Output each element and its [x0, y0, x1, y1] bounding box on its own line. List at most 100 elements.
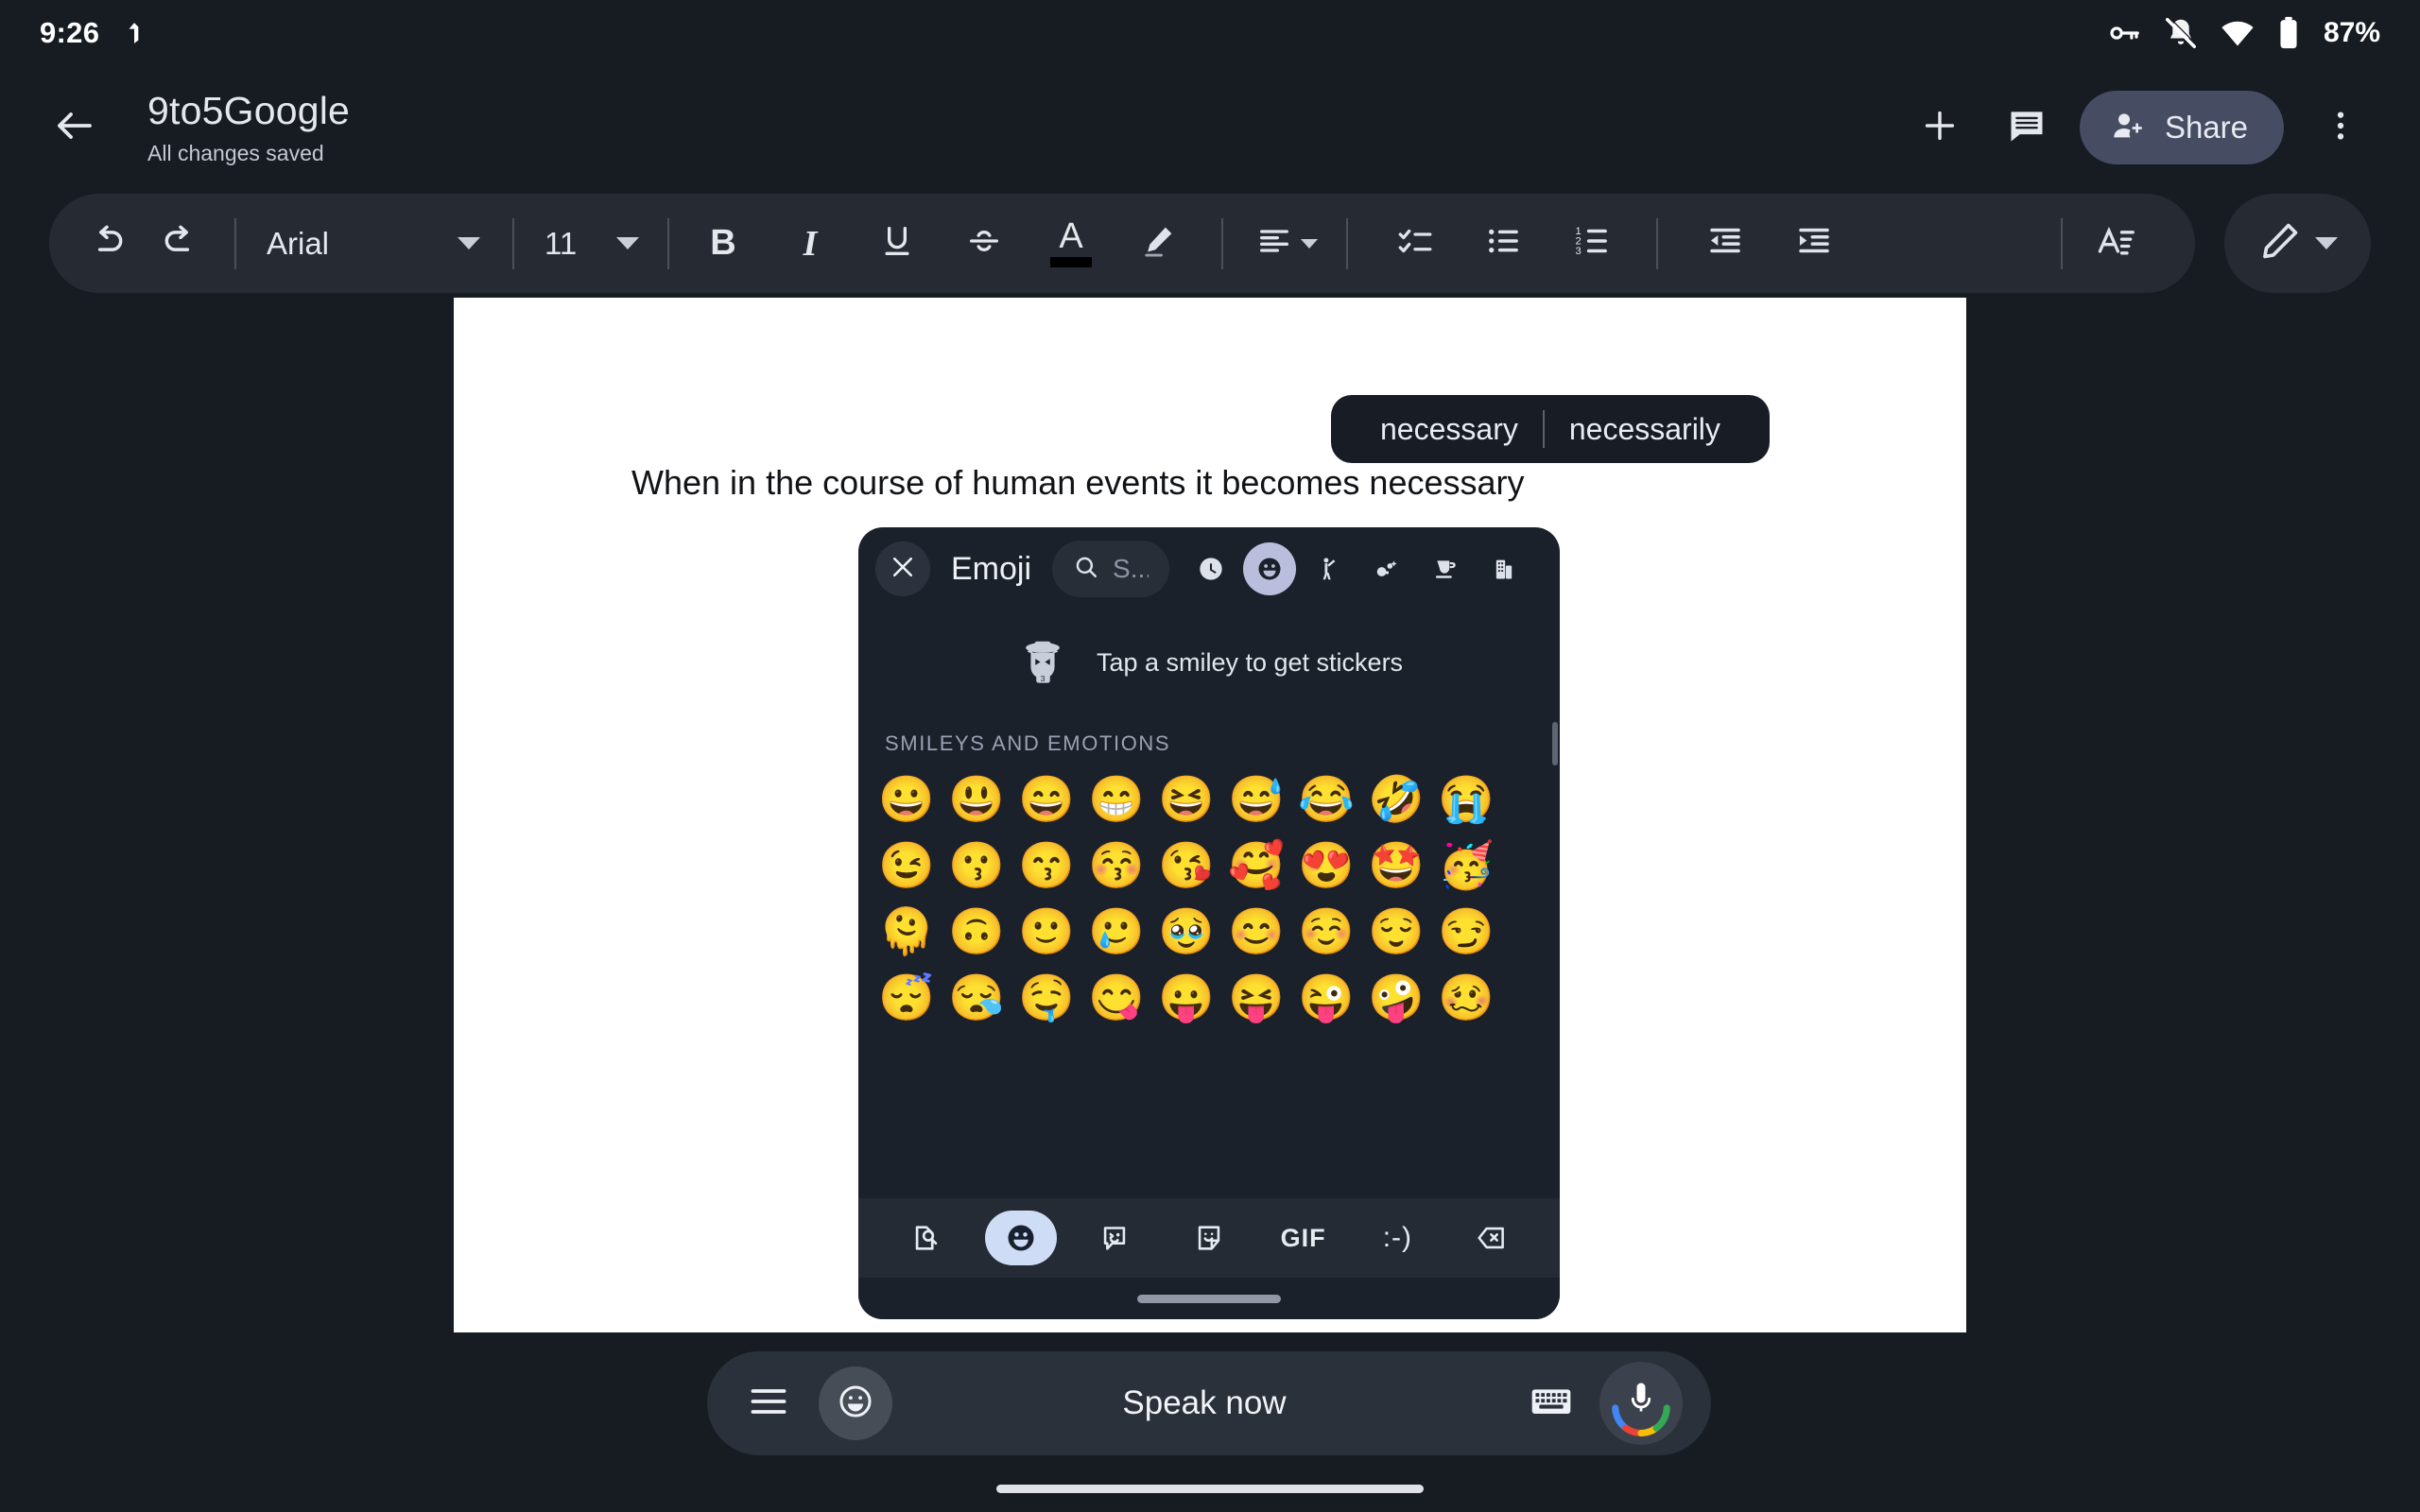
emoji-cell[interactable]: 🤩 — [1361, 833, 1431, 900]
search-document-button[interactable] — [890, 1211, 962, 1265]
status-time: 9:26 — [40, 16, 100, 49]
emoji-cell[interactable]: 😘 — [1151, 833, 1221, 900]
emoji-kitchen-button[interactable] — [1079, 1211, 1150, 1265]
sticker-promo-banner[interactable]: 3 Tap a smiley to get stickers — [858, 610, 1560, 714]
redo-button[interactable] — [144, 207, 217, 281]
emoji-cell[interactable]: 😏 — [1431, 900, 1501, 966]
emoji-category-people[interactable] — [1302, 542, 1355, 595]
emoji-cell[interactable]: 😚 — [1081, 833, 1151, 900]
emoji-cell[interactable]: 🤪 — [1361, 966, 1431, 1032]
save-status-label: All changes saved — [147, 140, 324, 165]
emoji-cell[interactable]: 🙂 — [1011, 900, 1081, 966]
emoji-cell[interactable]: 😀 — [872, 767, 942, 833]
emoji-cell[interactable]: 😋 — [1081, 966, 1151, 1032]
emoji-cell[interactable]: 😄 — [1011, 767, 1081, 833]
font-size-dropdown[interactable]: 11 — [544, 226, 639, 262]
emoji-cell[interactable]: 🥲 — [1081, 900, 1151, 966]
emoji-cell[interactable]: 😙 — [1011, 833, 1081, 900]
align-dropdown[interactable] — [1253, 222, 1318, 265]
system-home-indicator[interactable] — [996, 1485, 1424, 1493]
microphone-button[interactable] — [1599, 1362, 1683, 1445]
close-icon — [889, 553, 917, 586]
backspace-button[interactable] — [1456, 1211, 1528, 1265]
highlight-button[interactable] — [1121, 207, 1195, 281]
emoji-cell[interactable]: 😂 — [1291, 767, 1361, 833]
emoji-cell[interactable]: 🥴 — [1431, 966, 1501, 1032]
add-button[interactable] — [1896, 84, 1983, 171]
emoji-cell[interactable]: 🫠 — [872, 900, 942, 966]
bulleted-list-button[interactable] — [1467, 207, 1541, 281]
gif-button[interactable]: GIF — [1268, 1211, 1340, 1265]
emoji-cell[interactable]: 😊 — [1221, 900, 1291, 966]
emoji-cell[interactable]: 😴 — [872, 966, 942, 1032]
emoji-category-food-drink[interactable] — [1419, 542, 1472, 595]
emoji-cell[interactable]: 😪 — [942, 966, 1011, 1032]
underline-button[interactable] — [860, 207, 934, 281]
emoji-cell[interactable]: 😃 — [942, 767, 1011, 833]
plus-icon — [1918, 104, 1962, 152]
emoji-category-animals-nature[interactable] — [1360, 542, 1413, 595]
emoji-cell[interactable]: 😜 — [1291, 966, 1361, 1032]
emoji-cell[interactable]: 😛 — [1151, 966, 1221, 1032]
text-color-button[interactable]: A — [1034, 207, 1108, 281]
increase-indent-button[interactable] — [1777, 207, 1851, 281]
back-button[interactable] — [42, 94, 108, 161]
emoji-cell[interactable]: 😭 — [1431, 767, 1501, 833]
emoji-cell[interactable]: 🤤 — [1011, 966, 1081, 1032]
toolbar-divider — [1346, 217, 1348, 269]
numbered-list-button[interactable]: 123 — [1556, 207, 1630, 281]
decrease-indent-button[interactable] — [1688, 207, 1762, 281]
overflow-menu-button[interactable] — [2297, 84, 2384, 171]
emoji-cell[interactable]: 😌 — [1361, 900, 1431, 966]
keyboard-home-indicator[interactable] — [1137, 1294, 1281, 1303]
close-button[interactable] — [875, 541, 930, 596]
emoji-face-icon — [836, 1382, 875, 1426]
emoji-cell[interactable]: 🥳 — [1431, 833, 1501, 900]
emoji-cell[interactable]: 🥹 — [1151, 900, 1221, 966]
voice-menu-button[interactable] — [735, 1370, 802, 1436]
emoji-category-travel-places[interactable] — [1478, 542, 1530, 595]
voice-emoji-button[interactable] — [819, 1366, 892, 1440]
emoji-cell[interactable]: 😆 — [1151, 767, 1221, 833]
emoji-grid-scroll-area[interactable]: SMILEYS AND EMOTIONS 😀 😃 😄 😁 😆 😅 😂 🤣 😭 😉 😗 😙 😚 😘 🥰 😍 🤩 🥳 🫠… — [858, 714, 1560, 1198]
emoji-cell[interactable]: 🥰 — [1221, 833, 1291, 900]
emoji-tab-button[interactable] — [984, 1211, 1057, 1265]
font-family-dropdown[interactable]: Arial — [267, 226, 480, 262]
emoji-cell[interactable]: 😗 — [942, 833, 1011, 900]
emoji-cell[interactable]: 😉 — [872, 833, 942, 900]
italic-button[interactable]: I — [773, 207, 847, 281]
redo-icon — [160, 220, 201, 266]
emoji-cell[interactable]: 😁 — [1081, 767, 1151, 833]
emoji-cell[interactable]: 😝 — [1221, 966, 1291, 1032]
suggestion-word-2[interactable]: necessarily — [1545, 412, 1745, 447]
app-bar: 9to5Google All changes saved Share — [0, 66, 2420, 189]
edit-mode-button[interactable] — [2224, 194, 2371, 293]
bold-label: B — [710, 223, 736, 263]
emoji-scrollbar[interactable] — [1552, 722, 1558, 765]
keyboard-toggle-button[interactable] — [1516, 1368, 1586, 1438]
undo-button[interactable] — [70, 207, 144, 281]
emoji-cell[interactable]: 😍 — [1291, 833, 1361, 900]
comment-icon — [2006, 105, 2048, 151]
bulleted-list-icon — [1482, 221, 1526, 266]
sticker-button[interactable] — [1173, 1211, 1245, 1265]
emoji-cell[interactable]: 🙃 — [942, 900, 1011, 966]
emoji-category-smileys[interactable] — [1243, 542, 1297, 595]
emoji-category-recent[interactable] — [1184, 542, 1237, 595]
strikethrough-button[interactable] — [947, 207, 1021, 281]
emoticon-button[interactable]: :-) — [1361, 1211, 1433, 1265]
comment-button[interactable] — [1983, 84, 2070, 171]
voice-prompt-label: Speak now — [1122, 1384, 1287, 1421]
vpn-key-icon — [2106, 15, 2142, 51]
document-title-block[interactable]: 9to5Google All changes saved — [147, 89, 350, 165]
bold-button[interactable]: B — [686, 207, 760, 281]
share-button[interactable]: Share — [2079, 91, 2284, 164]
suggestion-word-1[interactable]: necessary — [1356, 412, 1543, 447]
emoji-cell[interactable]: ☺️ — [1291, 900, 1361, 966]
checklist-button[interactable] — [1378, 207, 1452, 281]
search-input[interactable]: S... — [1052, 541, 1170, 597]
emoji-cell[interactable]: 🤣 — [1361, 767, 1431, 833]
text-format-button[interactable] — [2080, 207, 2153, 281]
document-body-text[interactable]: When in the course of human events it be… — [631, 463, 1525, 503]
emoji-cell[interactable]: 😅 — [1221, 767, 1291, 833]
